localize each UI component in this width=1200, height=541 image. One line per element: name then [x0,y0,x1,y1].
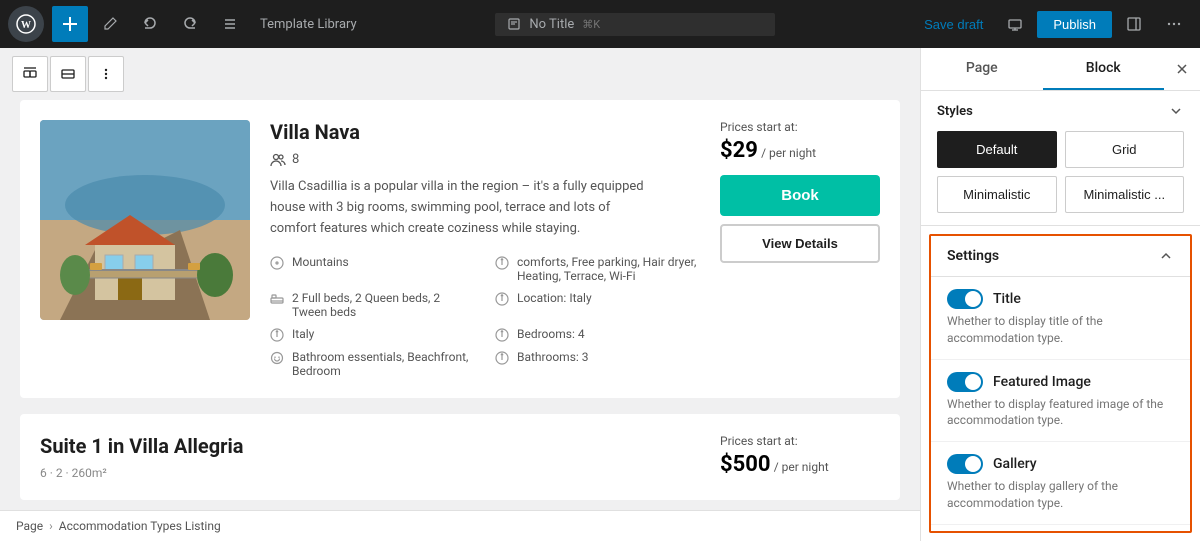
setting-title: Title Whether to display title of the ac… [931,277,1190,360]
amenity-location: Location: Italy [495,291,700,319]
list-view-block-button[interactable] [50,56,86,92]
breadcrumb-separator: › [49,519,53,533]
villa-info: Villa Nava 8 Villa Csadillia is a popula… [270,120,700,378]
publish-button[interactable]: Publish [1037,11,1112,38]
sidebar-close-button[interactable] [1164,51,1200,87]
redo-button[interactable] [172,6,208,42]
setting-title-label: Title [993,291,1021,307]
save-draft-button[interactable]: Save draft [914,11,993,38]
suite-name: Suite 1 in Villa Allegria [40,434,700,458]
villa-price: $29 / per night [720,138,880,163]
villa-desc: Villa Csadillia is a popular villa in th… [270,177,650,239]
main-toolbar: W Template Library No Title ⌘K Save draf… [0,0,1200,48]
settings-section: Settings Title Whether to display title … [929,234,1192,533]
suite-meta: 6 · 2 · 260m² [40,466,700,480]
toggle-featured-image[interactable] [947,372,983,392]
add-block-button[interactable] [52,6,88,42]
styles-grid: Default Grid Minimalistic Minimalistic .… [937,131,1184,213]
villa-card: Villa Nava 8 Villa Csadillia is a popula… [20,100,900,398]
tab-block[interactable]: Block [1043,48,1165,90]
amenity-bathroom: Bathroom essentials, Beachfront, Bedroom [270,350,475,378]
setting-gallery-desc: Whether to display gallery of the accomm… [947,478,1174,512]
breadcrumb-current: Accommodation Types Listing [59,519,221,533]
breadcrumb-root[interactable]: Page [16,519,43,533]
styles-section: Styles Default Grid Minimalistic Minimal… [921,91,1200,226]
toggle-title[interactable] [947,289,983,309]
setting-featured-image-desc: Whether to display featured image of the… [947,396,1174,430]
amenity-bedrooms: Bedrooms: 4 [495,327,700,342]
settings-title: Settings [947,248,999,264]
setting-featured-image: Featured Image Whether to display featur… [931,360,1190,443]
options-block-button[interactable] [88,56,124,92]
villa-image [40,120,250,320]
amenity-comforts: comforts, Free parking, Hair dryer, Heat… [495,255,700,283]
undo-button[interactable] [132,6,168,42]
setting-title-desc: Whether to display title of the accommod… [947,313,1174,347]
sidebar-toggle-button[interactable] [1116,6,1152,42]
more-options-button[interactable] [1156,6,1192,42]
villa-amenities: Mountains comforts, Free parking, Hair d… [270,255,700,378]
sidebar: Page Block Styles Default Grid Minimalis… [920,48,1200,541]
breadcrumb: Page › Accommodation Types Listing [0,510,920,541]
setting-gallery-label: Gallery [993,456,1037,472]
editor-area: Villa Nava 8 Villa Csadillia is a popula… [0,48,920,541]
villa-name: Villa Nava [270,120,700,144]
styles-title: Styles [937,104,973,119]
book-button[interactable]: Book [720,175,880,216]
wp-logo[interactable]: W [8,6,44,42]
suite-info: Suite 1 in Villa Allegria 6 · 2 · 260m² [40,434,700,480]
toolbar-right: Save draft Publish [914,6,1192,42]
style-default-button[interactable]: Default [937,131,1057,168]
settings-header: Settings [931,236,1190,277]
template-library-label: Template Library [260,17,357,32]
shortcut-hint: ⌘K [582,18,600,31]
list-view-button[interactable] [212,6,248,42]
amenity-italy: Italy [270,327,475,342]
suite-price-label: Prices start at: [720,434,880,448]
suite-price: $500 / per night [720,452,880,477]
page-title-text: No Title [529,17,574,32]
villa-pricing: Prices start at: $29 / per night Book Vi… [720,120,880,263]
setting-gallery: Gallery Whether to display gallery of th… [931,442,1190,525]
suite-card: Suite 1 in Villa Allegria 6 · 2 · 260m² … [20,414,900,500]
setting-excerpt: Excerpt (short description) [931,525,1190,533]
toggle-gallery[interactable] [947,454,983,474]
setting-featured-image-label: Featured Image [993,374,1091,390]
main-layout: Villa Nava 8 Villa Csadillia is a popula… [0,48,1200,541]
style-grid-button[interactable]: Grid [1065,131,1185,168]
view-details-button[interactable]: View Details [720,224,880,263]
style-minimalistic2-button[interactable]: Minimalistic ... [1065,176,1185,213]
tab-page[interactable]: Page [921,48,1043,90]
preview-button[interactable] [997,6,1033,42]
villa-guests: 8 [270,152,700,167]
block-toolbar [0,48,920,100]
style-minimalistic-button[interactable]: Minimalistic [937,176,1057,213]
amenity-mountains: Mountains [270,255,475,283]
sidebar-tabs-row: Page Block [921,48,1200,91]
edit-tool-button[interactable] [92,6,128,42]
svg-text:W: W [21,20,31,31]
select-parent-block-button[interactable] [12,56,48,92]
suite-pricing: Prices start at: $500 / per night [720,434,880,480]
amenity-beds: 2 Full beds, 2 Queen beds, 2 Tween beds [270,291,475,319]
page-title-bar[interactable]: No Title ⌘K [495,13,775,36]
price-start-label: Prices start at: [720,120,880,134]
content-area: Villa Nava 8 Villa Csadillia is a popula… [0,100,920,510]
amenity-bathrooms: Bathrooms: 3 [495,350,700,378]
